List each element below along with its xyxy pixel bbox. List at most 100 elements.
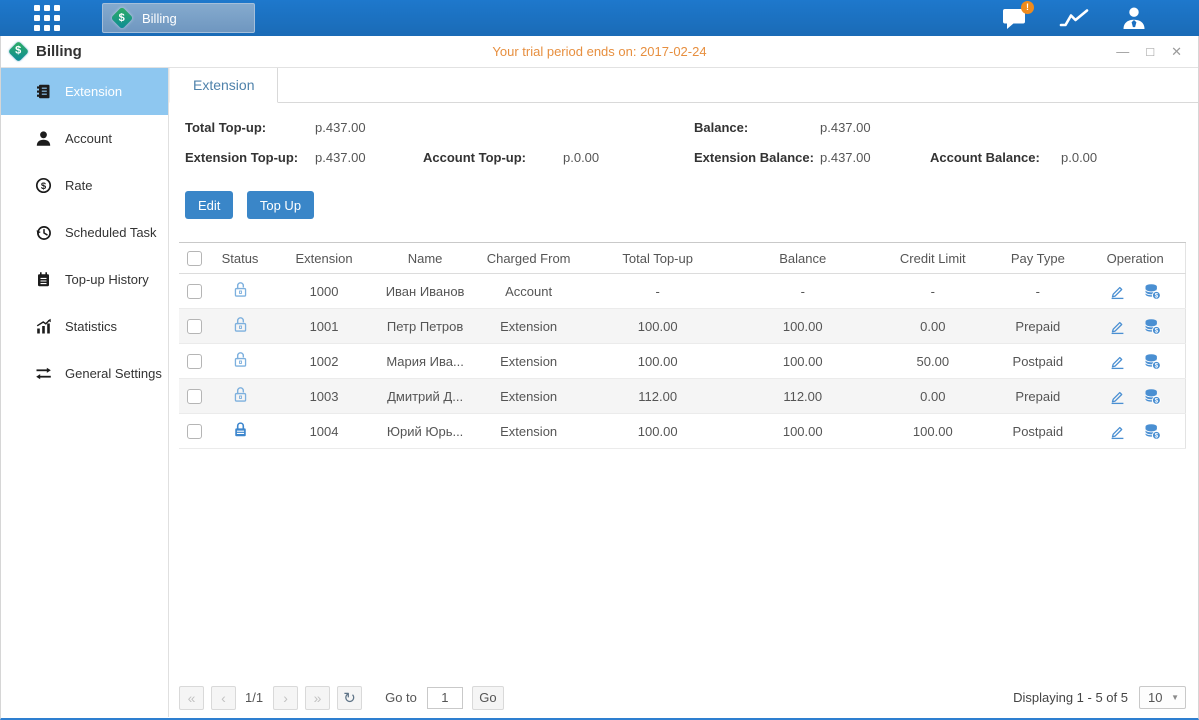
sidebar-item-topup-history[interactable]: Top-up History <box>1 256 168 303</box>
cell-extension: 1001 <box>270 309 378 344</box>
topup-button[interactable]: Top Up <box>247 191 314 219</box>
cell-charged-from: Extension <box>472 344 585 379</box>
topup-coins-icon[interactable]: $ <box>1144 353 1161 370</box>
cell-credit-limit: 50.00 <box>875 344 990 379</box>
action-buttons: Edit Top Up <box>185 191 1186 219</box>
topup-coins-icon[interactable]: $ <box>1144 423 1161 440</box>
edit-pencil-icon[interactable] <box>1109 423 1126 440</box>
sidebar-item-label: Extension <box>65 84 122 99</box>
next-page-button[interactable]: › <box>273 686 298 710</box>
displaying-text: Displaying 1 - 5 of 5 <box>1013 690 1128 705</box>
cell-name: Петр Петров <box>378 309 472 344</box>
messages-icon[interactable]: ! <box>1002 7 1027 30</box>
tabstrip: Extension <box>169 68 1198 103</box>
billing-window-icon: $ <box>8 41 29 62</box>
user-icon[interactable] <box>1121 6 1147 30</box>
sidebar-item-extension[interactable]: Extension <box>1 68 168 115</box>
chevron-down-icon: ▼ <box>1171 693 1185 702</box>
sidebar-item-label: General Settings <box>65 366 162 381</box>
row-checkbox[interactable] <box>187 354 202 369</box>
table-row: 1000 Иван Иванов Account - - - - <box>179 274 1186 309</box>
sidebar-item-account[interactable]: Account <box>1 115 168 162</box>
sidebar-item-scheduled-task[interactable]: Scheduled Task <box>1 209 168 256</box>
edit-pencil-icon[interactable] <box>1109 388 1126 405</box>
table-header-row: Status Extension Name Charged From Total… <box>179 243 1186 274</box>
cell-pay-type: - <box>990 274 1085 309</box>
account-icon <box>34 130 52 147</box>
cell-name: Дмитрий Д... <box>378 379 472 414</box>
edit-pencil-icon[interactable] <box>1109 353 1126 370</box>
extension-balance-label: Extension Balance: <box>694 150 820 165</box>
topup-history-icon <box>34 271 52 288</box>
go-button[interactable]: Go <box>472 686 504 710</box>
table-row: 1004 Юрий Юрь... Extension 100.00 100.00… <box>179 414 1186 449</box>
minimize-button[interactable]: — <box>1116 45 1129 58</box>
row-checkbox[interactable] <box>187 389 202 404</box>
cell-pay-type: Prepaid <box>990 379 1085 414</box>
balance-label: Balance: <box>694 120 820 135</box>
maximize-button[interactable]: □ <box>1146 45 1154 58</box>
content: Extension Total Top-up: p.437.00 Balance… <box>169 68 1198 717</box>
extension-table: Status Extension Name Charged From Total… <box>179 242 1186 449</box>
sidebar-item-rate[interactable]: $ Rate <box>1 162 168 209</box>
app-grid-icon[interactable] <box>34 5 60 31</box>
topup-coins-icon[interactable]: $ <box>1144 283 1161 300</box>
taskbar-tab-billing[interactable]: $ Billing <box>102 3 255 33</box>
sidebar-item-label: Account <box>65 131 112 146</box>
edit-pencil-icon[interactable] <box>1109 318 1126 335</box>
cell-extension: 1003 <box>270 379 378 414</box>
tab-extension[interactable]: Extension <box>169 68 278 103</box>
cell-pay-type: Postpaid <box>990 414 1085 449</box>
edit-pencil-icon[interactable] <box>1109 283 1126 300</box>
total-topup-value: p.437.00 <box>315 120 366 135</box>
sidebar-item-general-settings[interactable]: General Settings <box>1 350 168 397</box>
cell-total-topup: 112.00 <box>585 379 730 414</box>
close-button[interactable]: ✕ <box>1171 45 1182 58</box>
topup-coins-icon[interactable]: $ <box>1144 318 1161 335</box>
select-all-checkbox[interactable] <box>187 251 202 266</box>
column-total-topup: Total Top-up <box>585 243 730 274</box>
cell-charged-from: Extension <box>472 379 585 414</box>
status-lock-icon <box>233 426 248 441</box>
cell-balance: - <box>730 274 875 309</box>
first-page-button[interactable]: « <box>179 686 204 710</box>
sidebar: Extension Account $ <box>1 68 169 717</box>
trial-notice: Your trial period ends on: 2017-02-24 <box>1 44 1198 59</box>
sidebar-item-label: Top-up History <box>65 272 149 287</box>
topbar: $ Billing ! <box>0 0 1199 36</box>
sidebar-item-label: Statistics <box>65 319 117 334</box>
cell-pay-type: Postpaid <box>990 344 1085 379</box>
account-balance-label: Account Balance: <box>930 150 1061 165</box>
extension-topup-value: p.437.00 <box>315 150 423 165</box>
cell-total-topup: 100.00 <box>585 414 730 449</box>
cell-total-topup: 100.00 <box>585 309 730 344</box>
topup-coins-icon[interactable]: $ <box>1144 388 1161 405</box>
cell-name: Юрий Юрь... <box>378 414 472 449</box>
page-size-select[interactable]: 10 ▼ <box>1139 686 1186 709</box>
status-lock-icon <box>233 321 248 336</box>
prev-page-button[interactable]: ‹ <box>211 686 236 710</box>
notification-badge: ! <box>1021 1 1034 14</box>
page-size-value: 10 <box>1140 690 1162 705</box>
refresh-icon[interactable]: ↻ <box>337 686 362 710</box>
cell-name: Иван Иванов <box>378 274 472 309</box>
edit-button[interactable]: Edit <box>185 191 233 219</box>
topbar-right: ! <box>970 6 1147 30</box>
window-titlebar: $ Billing Your trial period ends on: 201… <box>1 36 1198 68</box>
account-topup-value: p.0.00 <box>563 150 599 165</box>
last-page-button[interactable]: » <box>305 686 330 710</box>
reports-chart-icon[interactable] <box>1059 7 1089 29</box>
row-checkbox[interactable] <box>187 319 202 334</box>
account-topup-label: Account Top-up: <box>423 150 563 165</box>
cell-balance: 100.00 <box>730 414 875 449</box>
sidebar-item-statistics[interactable]: Statistics <box>1 303 168 350</box>
row-checkbox[interactable] <box>187 284 202 299</box>
cell-balance: 100.00 <box>730 344 875 379</box>
scheduled-task-icon <box>34 224 52 241</box>
tab-label: Extension <box>193 77 254 93</box>
taskbar-tab-label: Billing <box>142 11 177 26</box>
extension-icon <box>34 83 52 100</box>
sidebar-item-label: Rate <box>65 178 92 193</box>
row-checkbox[interactable] <box>187 424 202 439</box>
goto-page-input[interactable] <box>427 687 463 709</box>
